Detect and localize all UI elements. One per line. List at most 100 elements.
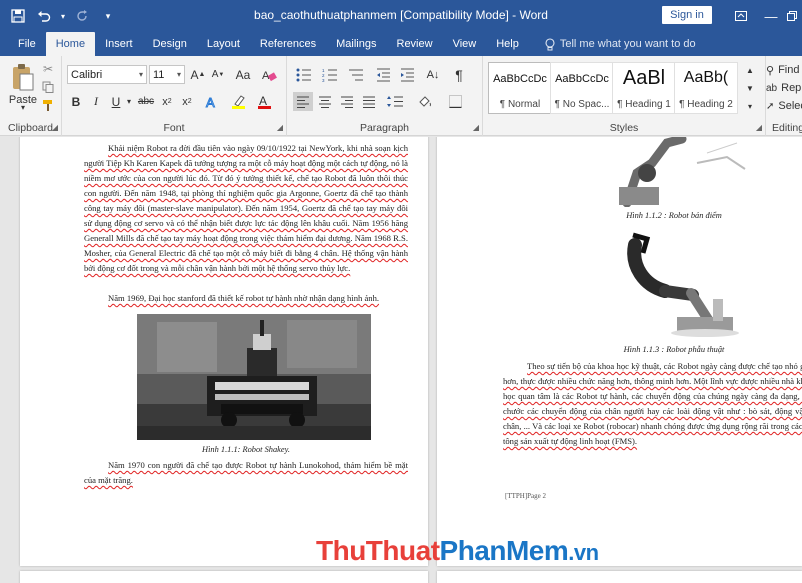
- ribbon-display-options-icon[interactable]: [726, 0, 756, 32]
- undo-icon[interactable]: [32, 6, 56, 26]
- underline-dropdown-icon[interactable]: ▾: [124, 92, 134, 111]
- undo-dropdown-icon[interactable]: ▾: [58, 6, 68, 26]
- redo-icon[interactable]: [70, 6, 94, 26]
- paragraph-group-label: Paragraph: [359, 122, 410, 134]
- borders-icon[interactable]: [443, 92, 467, 111]
- style-normal[interactable]: AaBbCcDc ¶ Normal: [488, 62, 552, 114]
- style-name: ¶ No Spac...: [554, 99, 610, 110]
- align-right-icon[interactable]: [337, 92, 357, 111]
- tab-design[interactable]: Design: [143, 32, 197, 56]
- window-title: bao_caothuthuatphanmem [Compatibility Mo…: [254, 8, 548, 22]
- increase-indent-icon[interactable]: [397, 65, 417, 84]
- watermark-part-1: ThuThuat: [316, 535, 440, 566]
- tab-file[interactable]: File: [8, 32, 46, 56]
- styles-scroll-down-icon[interactable]: ▼: [743, 80, 757, 96]
- cut-icon[interactable]: ✂: [40, 61, 56, 77]
- clear-formatting-icon[interactable]: A: [259, 65, 279, 84]
- title-bar: ▾ ▾ bao_caothuthuatphanmem [Compatibilit…: [0, 0, 802, 32]
- sort-icon[interactable]: A↓: [423, 65, 443, 84]
- save-icon[interactable]: [6, 6, 30, 26]
- page-1[interactable]: Khái niệm Robot ra đời đầu tiên vào ngày…: [20, 137, 428, 566]
- paste-icon[interactable]: [8, 62, 38, 94]
- page-2[interactable]: Hình 1.1.2 : Robot bán điểm Hình 1.1.3 :…: [437, 137, 802, 566]
- numbering-icon[interactable]: 123: [319, 65, 341, 84]
- show-formatting-icon[interactable]: ¶: [449, 65, 469, 84]
- tab-mailings[interactable]: Mailings: [326, 32, 386, 56]
- styles-launcher-icon[interactable]: ◢: [756, 123, 762, 132]
- figure-caption-3: Hình 1.1.3 : Robot phẫu thuật: [623, 345, 725, 354]
- tab-references[interactable]: References: [250, 32, 326, 56]
- tab-help[interactable]: Help: [486, 32, 529, 56]
- robot-surgical-image[interactable]: [613, 225, 743, 339]
- styles-group-label: Styles: [609, 122, 639, 134]
- style-heading-2[interactable]: AaBb( ¶ Heading 2: [674, 62, 738, 114]
- paste-dropdown-icon[interactable]: ▾: [8, 102, 38, 112]
- robot-shakey-image[interactable]: [137, 314, 371, 440]
- svg-text:A: A: [259, 94, 267, 108]
- underline-icon[interactable]: U: [107, 92, 125, 111]
- svg-text:A: A: [206, 95, 215, 109]
- editing-group-label: Editing: [772, 122, 802, 134]
- lightbulb-icon: [545, 37, 555, 50]
- style-sample: AaBbCcDc: [555, 73, 609, 85]
- sign-in-button[interactable]: Sign in: [662, 6, 712, 24]
- strikethrough-icon[interactable]: abc: [136, 92, 156, 111]
- font-name-combo[interactable]: Calibri ▾: [67, 65, 147, 84]
- document-area[interactable]: Khái niệm Robot ra đời đầu tiên vào ngày…: [0, 137, 802, 583]
- paragraph-2[interactable]: Năm 1969, Đại học stanford đã thiết kế r…: [84, 291, 408, 306]
- shading-icon[interactable]: [413, 92, 437, 111]
- subscript-icon[interactable]: x2: [158, 92, 176, 111]
- tab-review[interactable]: Review: [387, 32, 443, 56]
- grow-font-icon[interactable]: A ▲: [189, 65, 207, 84]
- replace-button[interactable]: abRepla: [766, 80, 802, 96]
- style-no-spacing[interactable]: AaBbCcDc ¶ No Spac...: [550, 62, 614, 114]
- page-footer: [TTPH]Page 2: [505, 492, 547, 500]
- clipboard-launcher-icon[interactable]: ◢: [52, 123, 58, 132]
- multilevel-list-icon[interactable]: [345, 65, 367, 84]
- select-icon: ➚: [766, 100, 775, 112]
- spellcheck-text: Khái niệm Robot ra đời đầu tiên vào ngày…: [84, 143, 408, 273]
- watermark-logo: ThuThuatPhanMem.vn: [316, 535, 599, 567]
- styles-scroll-up-icon[interactable]: ▲: [743, 62, 757, 78]
- format-painter-icon[interactable]: [40, 97, 56, 113]
- line-spacing-icon[interactable]: [383, 92, 407, 111]
- italic-icon[interactable]: I: [87, 92, 105, 111]
- paragraph-launcher-icon[interactable]: ◢: [473, 123, 479, 132]
- styles-more-icon[interactable]: ▾: [743, 98, 757, 114]
- font-launcher-icon[interactable]: ◢: [277, 123, 283, 132]
- tab-home[interactable]: Home: [45, 32, 96, 56]
- robot-spot-welding-image[interactable]: [597, 137, 751, 207]
- font-color-icon[interactable]: A: [254, 92, 274, 111]
- superscript-icon[interactable]: x2: [178, 92, 196, 111]
- paragraph-3[interactable]: Năm 1970 con người đã chế tạo được Robot…: [84, 458, 408, 488]
- paragraph-1[interactable]: Khái niệm Robot ra đời đầu tiên vào ngày…: [84, 141, 408, 276]
- shrink-font-icon[interactable]: A ▼: [209, 65, 227, 84]
- page-3[interactable]: [20, 571, 428, 583]
- tell-me-box[interactable]: Tell me what you want to do: [529, 32, 696, 56]
- bold-icon[interactable]: B: [67, 92, 85, 111]
- tab-view[interactable]: View: [443, 32, 487, 56]
- page-4[interactable]: [437, 571, 802, 583]
- spellcheck-text: Năm 1969, Đại học stanford đã thiết kế r…: [108, 293, 380, 303]
- justify-icon[interactable]: [359, 92, 379, 111]
- change-case-icon[interactable]: Aa: [233, 65, 253, 84]
- select-label: Select: [778, 100, 802, 112]
- customize-qat-icon[interactable]: ▾: [96, 6, 120, 26]
- tab-layout[interactable]: Layout: [197, 32, 250, 56]
- ribbon-tabs: File Home Insert Design Layout Reference…: [0, 32, 802, 56]
- style-heading-1[interactable]: AaBl ¶ Heading 1: [612, 62, 676, 114]
- tab-insert[interactable]: Insert: [95, 32, 143, 56]
- restore-icon[interactable]: [782, 0, 802, 32]
- copy-icon[interactable]: [40, 79, 56, 95]
- text-effects-icon[interactable]: A: [202, 92, 222, 111]
- align-left-icon[interactable]: [293, 92, 313, 111]
- highlight-icon[interactable]: [228, 92, 248, 111]
- align-center-icon[interactable]: [315, 92, 335, 111]
- decrease-indent-icon[interactable]: [373, 65, 393, 84]
- paragraph-4[interactable]: Theo sự tiến bộ của khoa học kỹ thuật, c…: [503, 359, 802, 449]
- font-size-combo[interactable]: 11 ▾: [149, 65, 185, 84]
- select-button[interactable]: ➚Select: [766, 98, 802, 114]
- spellcheck-text: Theo sự tiến bộ của khoa học kỹ thuật, c…: [503, 361, 802, 446]
- bullets-icon[interactable]: [293, 65, 315, 84]
- find-button[interactable]: ⚲ Find: [766, 62, 802, 78]
